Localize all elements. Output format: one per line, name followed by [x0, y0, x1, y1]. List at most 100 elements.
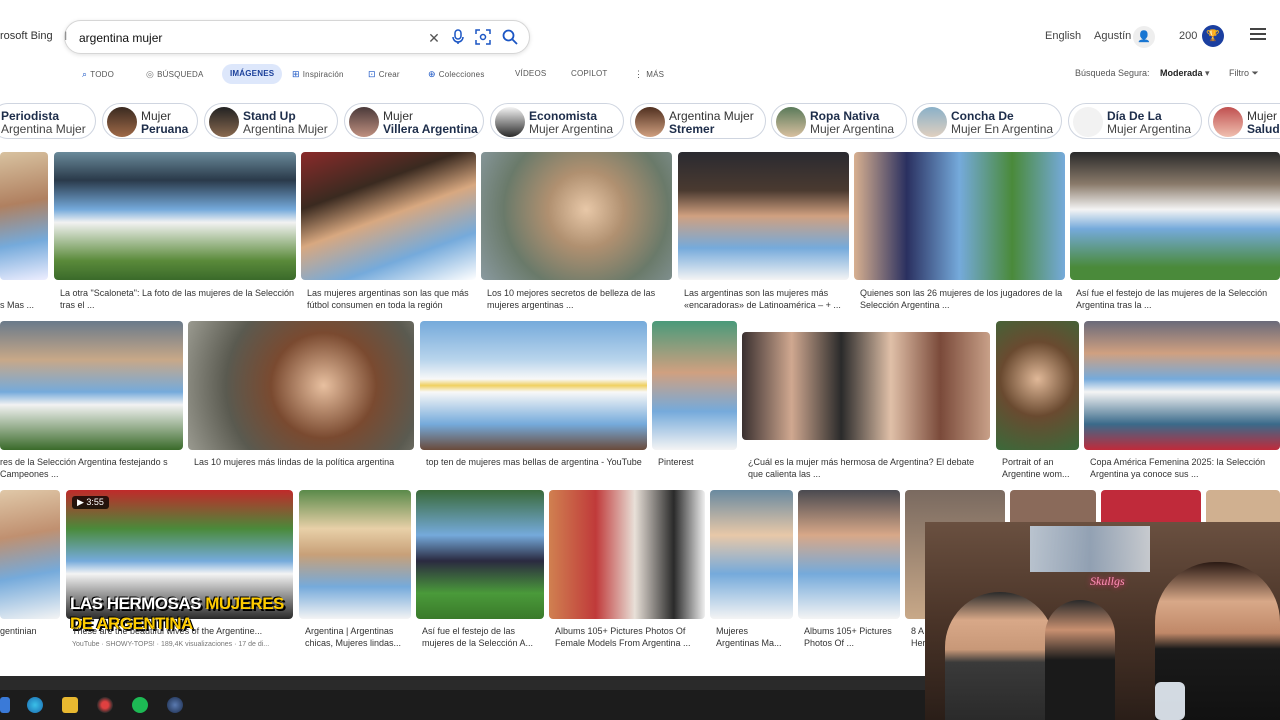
chip-stand-up[interactable]: Stand Up Argentina Mujer: [204, 103, 338, 139]
image-result[interactable]: [1070, 152, 1280, 280]
image-caption[interactable]: Portrait of an Argentine wom...: [1002, 456, 1079, 480]
clear-icon[interactable]: ✕: [425, 29, 443, 47]
image-result[interactable]: [798, 490, 900, 619]
image-result[interactable]: [188, 321, 414, 450]
language-link[interactable]: English: [1045, 30, 1081, 42]
safe-search-dropdown[interactable]: Moderada ▾: [1160, 68, 1210, 79]
chip-peruana[interactable]: Mujer Peruana: [102, 103, 198, 139]
filter-icon: ⏷: [1251, 68, 1259, 78]
image-result[interactable]: [549, 490, 705, 619]
image-result[interactable]: [996, 321, 1079, 450]
spotify-icon[interactable]: [132, 697, 148, 713]
image-result[interactable]: [678, 152, 849, 280]
search-input[interactable]: [79, 28, 409, 48]
tab-images[interactable]: IMÁGENES: [222, 64, 283, 84]
image-result[interactable]: [0, 490, 60, 619]
chip-ropa-nativa[interactable]: Ropa Nativa Mujer Argentina: [771, 103, 907, 139]
tab-collections[interactable]: ⊕ Colecciones: [428, 64, 485, 84]
search-icon[interactable]: [501, 29, 519, 47]
chip-thumbnail: [1213, 107, 1243, 137]
trophy-icon[interactable]: 🏆: [1202, 25, 1224, 47]
chip-thumbnail: [1073, 107, 1103, 137]
image-caption[interactable]: These are the beautiful wives of the Arg…: [72, 625, 293, 637]
inspiration-icon: ⊞: [292, 69, 300, 79]
chip-periodista[interactable]: Periodista Argentina Mujer: [0, 103, 96, 139]
bing-images-page: rosoft Bing ✕ I English Agustín 👤 200 🏆 …: [0, 0, 1280, 720]
image-caption[interactable]: res de la Selección Argentina festejando…: [0, 456, 183, 480]
copilot-search-icon: ◎: [146, 69, 155, 79]
image-caption[interactable]: Las argentinas son las mujeres más «enca…: [684, 287, 849, 311]
image-result[interactable]: [652, 321, 737, 450]
image-caption[interactable]: Las 10 mujeres más lindas de la política…: [194, 456, 414, 468]
chip-thumbnail: [349, 107, 379, 137]
chip-thumbnail: [107, 107, 137, 137]
image-caption[interactable]: Pinterest: [658, 456, 737, 468]
collections-icon: ⊕: [428, 69, 436, 79]
image-caption[interactable]: Quienes son las 26 mujeres de los jugado…: [860, 287, 1065, 311]
top-bar: rosoft Bing ✕ I English Agustín 👤 200 🏆: [0, 0, 1280, 62]
image-result[interactable]: [0, 152, 48, 280]
tab-copilot[interactable]: COPILOT: [571, 64, 608, 84]
create-icon: ⊡: [368, 69, 376, 79]
image-result[interactable]: [301, 152, 476, 280]
image-result[interactable]: [1084, 321, 1280, 450]
image-result[interactable]: [299, 490, 411, 619]
start-icon[interactable]: [0, 697, 10, 713]
edge-browser-icon[interactable]: [27, 697, 43, 713]
image-caption[interactable]: La otra "Scaloneta": La foto de las muje…: [60, 287, 296, 311]
hamburger-menu-icon[interactable]: [1250, 28, 1266, 40]
image-caption[interactable]: Albums 105+ Pictures Photos Of Female Mo…: [555, 625, 705, 649]
image-caption[interactable]: ¿Cuál es la mujer más hermosa de Argenti…: [748, 456, 990, 480]
brand-logo[interactable]: rosoft Bing: [0, 30, 53, 42]
image-caption[interactable]: Argentina | Argentinas chicas, Mujeres l…: [305, 625, 411, 649]
image-result[interactable]: [420, 321, 647, 450]
filter-button[interactable]: Filtro ⏷: [1229, 68, 1259, 79]
image-result[interactable]: [710, 490, 793, 619]
image-result[interactable]: [416, 490, 544, 619]
chip-stremer[interactable]: Argentina Mujer Stremer: [630, 103, 766, 139]
image-result[interactable]: [0, 321, 183, 450]
image-result[interactable]: [742, 332, 990, 440]
search-box[interactable]: ✕: [64, 20, 530, 54]
tab-create[interactable]: ⊡ Crear: [368, 64, 400, 84]
image-caption[interactable]: Copa América Femenina 2025: la Selección…: [1090, 456, 1280, 480]
chip-thumbnail: [776, 107, 806, 137]
tab-inspiration[interactable]: ⊞ Inspiración: [292, 64, 344, 84]
rewards-points[interactable]: 200: [1179, 30, 1197, 42]
app-icon[interactable]: [97, 697, 113, 713]
safe-search-label: Búsqueda Segura:: [1075, 68, 1150, 78]
image-caption[interactable]: Así fue el festejo de las mujeres de la …: [1076, 287, 1280, 311]
image-result[interactable]: [854, 152, 1065, 280]
chip-salud[interactable]: Mujer Salud: [1208, 103, 1280, 139]
chip-thumbnail: [635, 107, 665, 137]
chip-economista[interactable]: Economista Mujer Argentina: [490, 103, 624, 139]
tab-videos[interactable]: VÍDEOS: [515, 64, 546, 84]
visual-search-icon[interactable]: [474, 29, 492, 47]
chip-dia-de-la[interactable]: Día De La Mujer Argentina: [1068, 103, 1202, 139]
image-caption[interactable]: Albums 105+ Pictures Photos Of ...: [804, 625, 900, 649]
image-caption[interactable]: gentinian: [0, 625, 60, 637]
tab-all[interactable]: ⌕ TODO: [82, 64, 114, 84]
image-caption[interactable]: top ten de mujeres mas bellas de argenti…: [426, 456, 647, 468]
image-caption[interactable]: Mujeres Argentinas Ma...: [716, 625, 793, 649]
image-caption[interactable]: Las mujeres argentinas son las que más f…: [307, 287, 476, 311]
video-meta: YouTube · SHOWY-TOPS! · 189,4K visualiza…: [72, 641, 270, 648]
chip-concha-de[interactable]: Concha De Mujer En Argentina: [912, 103, 1062, 139]
user-name[interactable]: Agustín: [1094, 30, 1131, 42]
search-icon: ⌕: [82, 69, 88, 79]
chip-villera[interactable]: Mujer Villera Argentina: [344, 103, 484, 139]
image-result[interactable]: [54, 152, 296, 280]
file-explorer-icon[interactable]: [62, 697, 78, 713]
chip-thumbnail: [495, 107, 525, 137]
image-caption[interactable]: Los 10 mejores secretos de belleza de la…: [487, 287, 672, 311]
microphone-icon[interactable]: [449, 29, 467, 47]
user-avatar-icon[interactable]: 👤: [1133, 26, 1155, 48]
tab-more[interactable]: ⋮ MÁS: [634, 64, 664, 84]
image-result[interactable]: [481, 152, 672, 280]
steam-icon[interactable]: [167, 697, 183, 713]
related-searches: Periodista Argentina Mujer Mujer Peruana…: [0, 103, 1280, 139]
image-caption[interactable]: s Mas ...: [0, 299, 48, 311]
tab-search[interactable]: ◎ BÚSQUEDA: [146, 64, 204, 84]
chip-thumbnail: [209, 107, 239, 137]
image-caption[interactable]: Así fue el festejo de las mujeres de la …: [422, 625, 544, 649]
